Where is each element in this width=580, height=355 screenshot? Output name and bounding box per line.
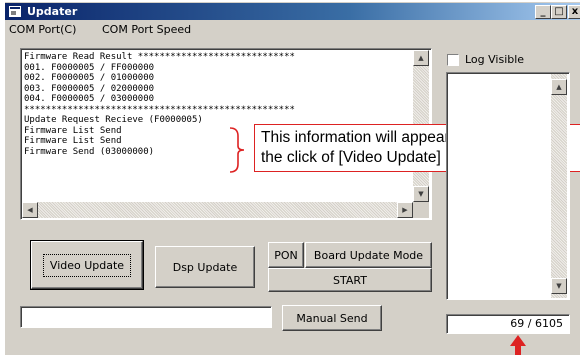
- log-line: 004. F0000005 / 03000000: [24, 94, 155, 104]
- video-update-button[interactable]: Video Update: [30, 240, 144, 290]
- scroll-up-icon[interactable]: ▲: [413, 50, 429, 66]
- start-button[interactable]: START: [268, 268, 432, 292]
- panel-scroll-up-icon[interactable]: ▲: [551, 79, 567, 95]
- menu-com-port[interactable]: COM Port(C): [9, 23, 76, 37]
- annotation-arrow-icon: [510, 335, 526, 355]
- log-visible-label: Log Visible: [465, 53, 525, 66]
- scroll-left-icon[interactable]: ◀: [22, 202, 38, 218]
- log-line: 001. F0000005 / FF000000: [24, 62, 155, 73]
- log-panel-vscrollbar[interactable]: [551, 74, 567, 298]
- pon-button[interactable]: PON: [268, 242, 304, 268]
- maximize-button[interactable]: □: [551, 5, 567, 19]
- annotation-bracket: [229, 127, 245, 173]
- panel-scroll-down-icon[interactable]: ▼: [551, 278, 567, 294]
- log-line: Firmware Read Result *******************…: [24, 52, 295, 62]
- log-line: 003. F0000005 / 02000000: [24, 83, 155, 94]
- manual-send-input[interactable]: [20, 306, 272, 328]
- close-button[interactable]: x: [568, 5, 580, 19]
- scroll-corner: [413, 202, 429, 218]
- title-bar[interactable]: Updater _ □ x: [5, 3, 580, 20]
- video-update-label: Video Update: [42, 253, 132, 277]
- manual-send-button[interactable]: Manual Send: [282, 305, 382, 331]
- board-update-mode-button[interactable]: Board Update Mode: [305, 242, 432, 268]
- log-panel[interactable]: ▲ ▼: [446, 72, 570, 300]
- dsp-update-button[interactable]: Dsp Update: [155, 246, 255, 288]
- scroll-right-icon[interactable]: ▶: [397, 202, 413, 218]
- log-visible-checkbox[interactable]: [447, 54, 459, 66]
- progress-counter: 69 / 6105: [446, 314, 570, 334]
- log-hscrollbar[interactable]: [22, 202, 413, 218]
- window-title: Updater: [27, 5, 78, 18]
- minimize-button[interactable]: _: [535, 5, 551, 19]
- app-icon: [9, 6, 21, 17]
- log-line: ****************************************…: [24, 104, 295, 115]
- scroll-down-icon[interactable]: ▼: [413, 186, 429, 202]
- menu-bar: COM Port(C) COM Port Speed: [5, 21, 580, 39]
- menu-com-port-speed[interactable]: COM Port Speed: [102, 23, 191, 37]
- log-line: 002. F0000005 / 01000000: [24, 73, 155, 83]
